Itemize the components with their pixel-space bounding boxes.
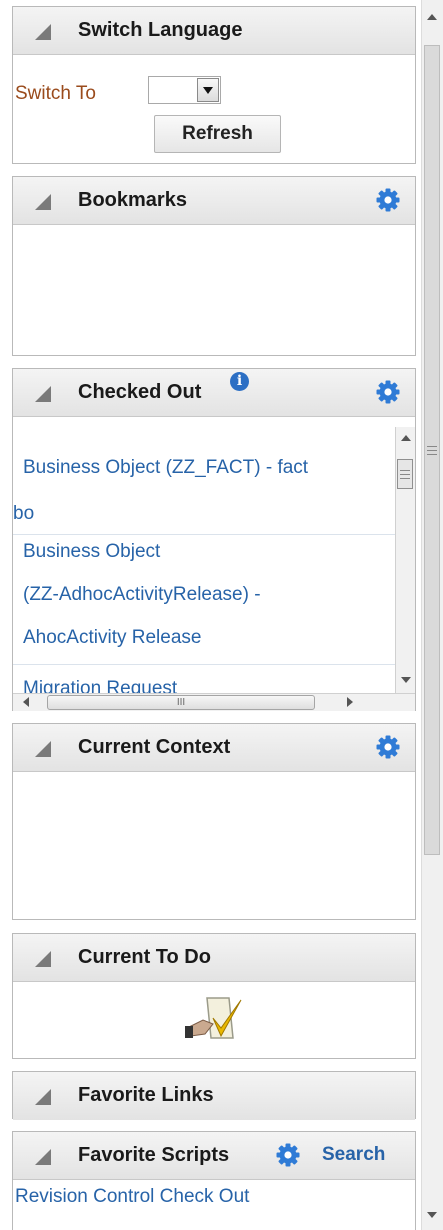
- scroll-down-icon[interactable]: [401, 677, 411, 683]
- portal-title: Favorite Links: [78, 1084, 214, 1106]
- favorite-links-portal: Favorite Links: [12, 1071, 416, 1120]
- list-item-line[interactable]: (ZZ-AdhocActivityRelease) -: [23, 584, 261, 606]
- portal-title: Checked Out: [78, 369, 201, 415]
- collapse-triangle-icon[interactable]: [35, 951, 51, 967]
- favorite-scripts-portal: Favorite Scripts Search Revision Control…: [12, 1131, 416, 1230]
- list-item-line[interactable]: AhocActivity Release: [23, 627, 201, 649]
- list-vertical-scrollbar[interactable]: [395, 427, 415, 693]
- checked-out-header[interactable]: Checked Out i: [13, 369, 415, 417]
- search-link[interactable]: Search: [322, 1132, 385, 1178]
- list-item-line[interactable]: Business Object (ZZ_FACT) - fact: [23, 457, 308, 479]
- refresh-button[interactable]: Refresh: [154, 115, 281, 153]
- gear-icon[interactable]: [275, 1142, 301, 1168]
- grip-icon: [400, 470, 410, 471]
- list-item[interactable]: Migration Request: [13, 665, 395, 693]
- scroll-right-icon[interactable]: [347, 697, 353, 707]
- portal-title: Current Context: [78, 736, 231, 758]
- switch-to-label: Switch To: [15, 83, 96, 104]
- refresh-label: Refresh: [182, 123, 253, 144]
- collapse-triangle-icon[interactable]: [35, 1089, 51, 1105]
- list-horizontal-scrollbar[interactable]: III: [13, 693, 415, 711]
- scroll-up-icon[interactable]: [401, 435, 411, 441]
- collapse-triangle-icon[interactable]: [35, 386, 51, 402]
- language-select[interactable]: [148, 76, 221, 104]
- scroll-grip-label: III: [176, 697, 186, 708]
- switch-language-header[interactable]: Switch Language: [13, 7, 415, 55]
- checked-out-portal: Checked Out i Business Object (ZZ_FACT) …: [12, 368, 416, 711]
- grip-icon: [427, 454, 437, 455]
- script-link[interactable]: Revision Control Check Out: [15, 1186, 249, 1208]
- dashboard-panel: Switch Language Switch To Refresh Bookma…: [12, 0, 418, 1230]
- current-to-do-portal: Current To Do: [12, 933, 416, 1059]
- portal-title: Favorite Scripts: [78, 1144, 230, 1166]
- list-item[interactable]: Business Object (ZZ-AdhocActivityRelease…: [13, 535, 395, 665]
- switch-language-portal: Switch Language Switch To Refresh: [12, 6, 416, 164]
- portal-title: Switch Language: [78, 19, 243, 41]
- current-context-header[interactable]: Current Context: [13, 724, 415, 772]
- current-context-portal: Current Context: [12, 723, 416, 920]
- portal-title: Current To Do: [78, 946, 211, 968]
- bookmarks-portal: Bookmarks: [12, 176, 416, 356]
- portal-title: Bookmarks: [78, 189, 187, 211]
- gear-icon[interactable]: [375, 734, 401, 760]
- horizontal-scroll-thumb[interactable]: III: [47, 695, 315, 710]
- chevron-down-icon: [203, 87, 213, 94]
- list-item-line[interactable]: bo: [13, 503, 34, 525]
- list-item-line[interactable]: Business Object: [23, 541, 160, 563]
- favorite-links-header[interactable]: Favorite Links: [13, 1072, 415, 1120]
- bookmarks-header[interactable]: Bookmarks: [13, 177, 415, 225]
- grip-icon: [427, 450, 437, 451]
- current-to-do-header[interactable]: Current To Do: [13, 934, 415, 982]
- gear-icon[interactable]: [375, 379, 401, 405]
- collapse-triangle-icon[interactable]: [35, 194, 51, 210]
- page-scroll-thumb[interactable]: [424, 45, 440, 855]
- grip-icon: [400, 478, 410, 479]
- info-icon[interactable]: i: [230, 372, 249, 391]
- grip-icon: [427, 446, 437, 447]
- collapse-triangle-icon[interactable]: [35, 741, 51, 757]
- checked-out-title: Checked Out: [78, 381, 202, 403]
- scroll-left-icon[interactable]: [23, 697, 29, 707]
- todo-checkmark-icon[interactable]: [185, 994, 245, 1046]
- list-item[interactable]: Business Object (ZZ_FACT) - fact bo: [13, 427, 395, 535]
- gear-icon[interactable]: [375, 187, 401, 213]
- collapse-triangle-icon[interactable]: [35, 24, 51, 40]
- grip-icon: [400, 474, 410, 475]
- dropdown-button[interactable]: [197, 78, 219, 102]
- scroll-down-icon[interactable]: [427, 1212, 437, 1218]
- favorite-scripts-header[interactable]: Favorite Scripts Search: [13, 1132, 415, 1180]
- list-scroll-thumb[interactable]: [397, 459, 413, 489]
- collapse-triangle-icon[interactable]: [35, 1149, 51, 1165]
- checked-out-list[interactable]: Business Object (ZZ_FACT) - fact bo Busi…: [13, 427, 395, 693]
- scroll-up-icon[interactable]: [427, 14, 437, 20]
- list-item-line[interactable]: Migration Request: [23, 678, 177, 693]
- page-vertical-scrollbar[interactable]: [421, 0, 443, 1230]
